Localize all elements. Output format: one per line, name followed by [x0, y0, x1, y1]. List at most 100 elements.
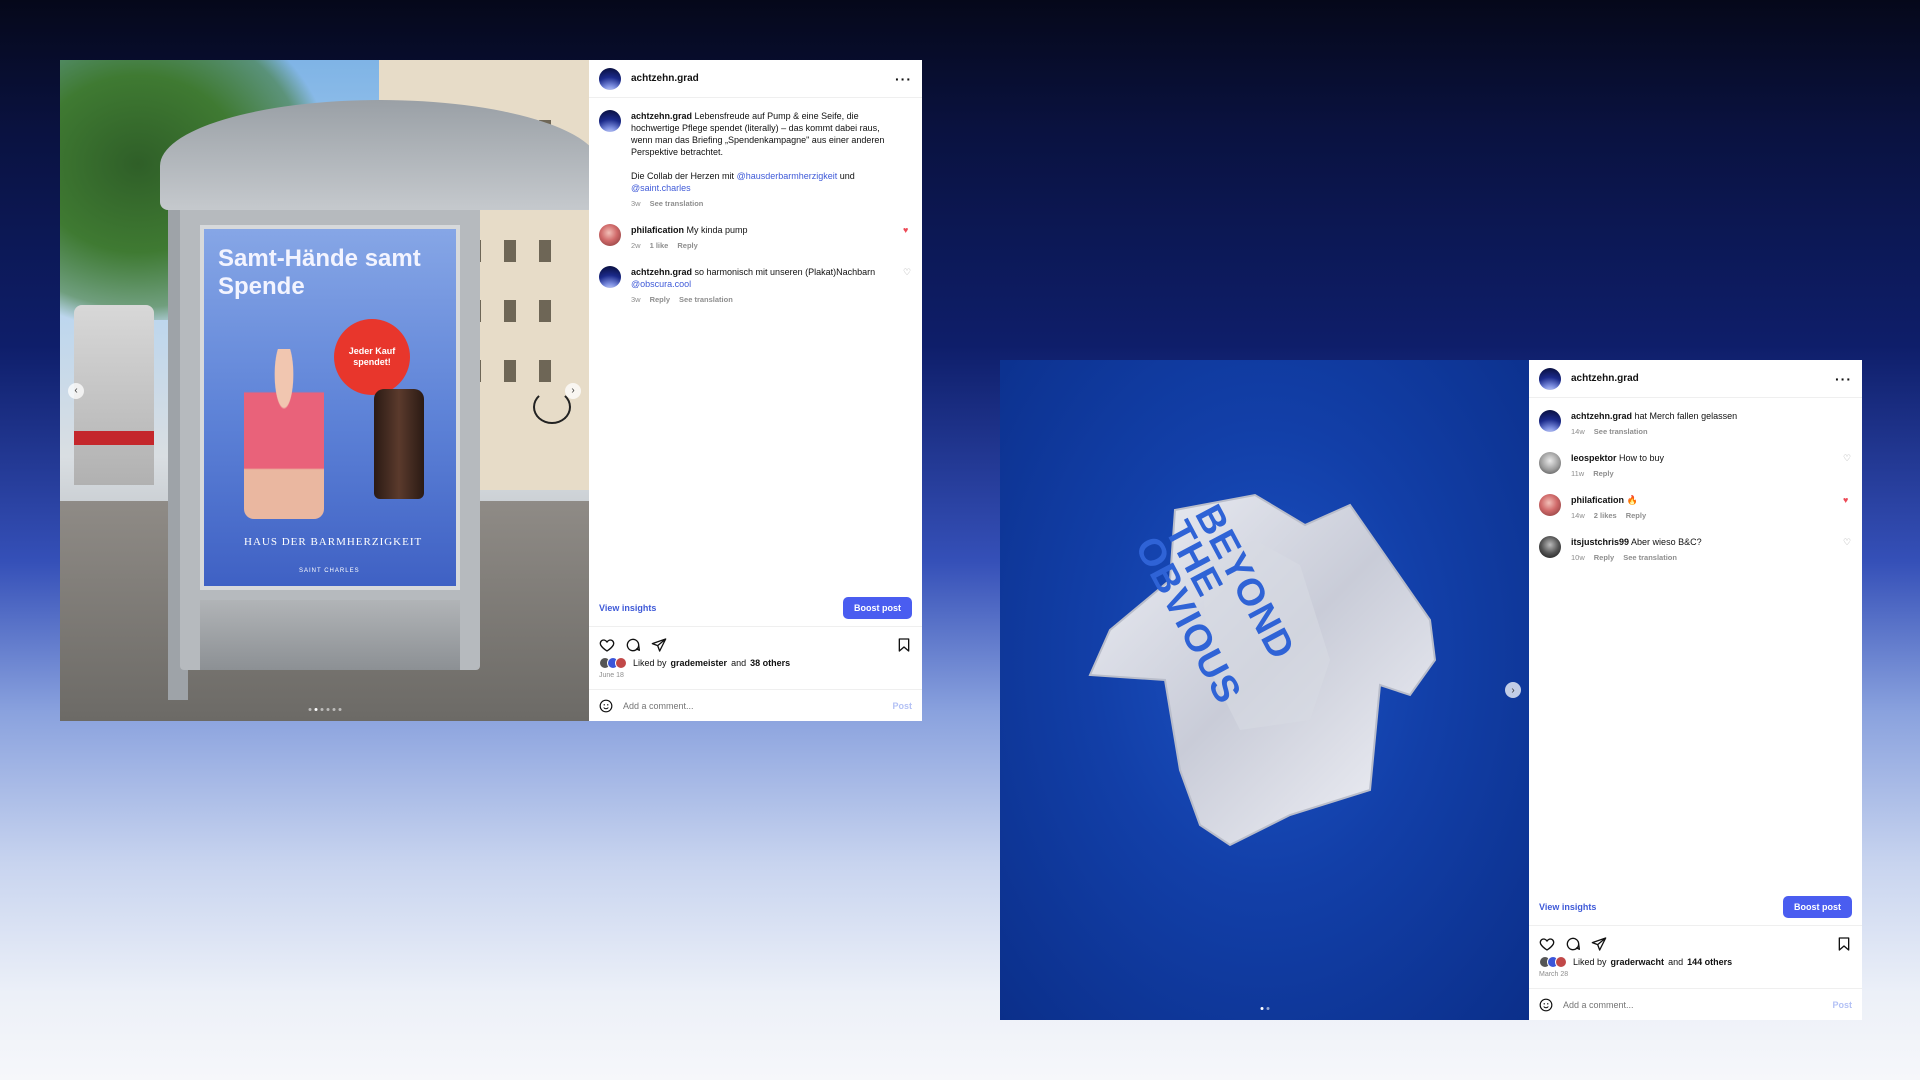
- comments-list: achtzehn.grad hat Merch fallen gelassen …: [1529, 398, 1862, 888]
- comment-username[interactable]: itsjustchris99: [1571, 537, 1629, 547]
- reply-link[interactable]: Reply: [677, 240, 697, 252]
- comment-username[interactable]: philafication: [631, 225, 684, 235]
- avatar[interactable]: [1539, 410, 1561, 432]
- caption-and: und: [839, 171, 855, 181]
- liked-by-others[interactable]: 144 others: [1687, 957, 1732, 967]
- bookmark-icon[interactable]: [1836, 936, 1852, 952]
- comment-item: achtzehn.grad so harmonisch mit unseren …: [599, 266, 912, 306]
- mention-link[interactable]: @saint.charles: [631, 183, 691, 193]
- poster-title: Samt-Hände samt Spende: [218, 245, 421, 300]
- heart-outline-icon[interactable]: ♡: [1843, 538, 1852, 547]
- see-translation-link[interactable]: See translation: [1623, 552, 1677, 564]
- view-insights-link[interactable]: View insights: [1539, 902, 1596, 912]
- avatar[interactable]: [599, 224, 621, 246]
- comment-username[interactable]: philafication: [1571, 495, 1624, 505]
- comment-time: 3w: [631, 199, 641, 208]
- comment-time: 14w: [1571, 427, 1585, 436]
- heart-filled-icon[interactable]: ♥: [1843, 496, 1852, 505]
- share-icon[interactable]: [1591, 936, 1607, 952]
- comment-username[interactable]: achtzehn.grad: [1571, 411, 1632, 421]
- avatar[interactable]: [599, 67, 621, 90]
- liked-by: Liked by grademeister and 38 others: [589, 657, 922, 669]
- comment-icon[interactable]: [625, 637, 641, 653]
- liked-by-others[interactable]: 38 others: [750, 658, 790, 668]
- heart-outline-icon[interactable]: ♡: [903, 268, 912, 277]
- see-translation-link[interactable]: See translation: [650, 198, 704, 210]
- action-bar: [1529, 926, 1862, 956]
- heart-icon[interactable]: [1539, 936, 1555, 952]
- post-comment-button[interactable]: Post: [892, 701, 912, 711]
- post-sidebar-1: achtzehn.grad ··· achtzehn.grad Lebensfr…: [589, 60, 922, 721]
- heart-outline-icon[interactable]: ♡: [1843, 454, 1852, 463]
- comment-likes[interactable]: 1 like: [650, 240, 669, 252]
- post-card-1: Samt-Hände samt Spende Jeder Kauf spende…: [60, 60, 922, 721]
- reply-link[interactable]: Reply: [650, 294, 670, 306]
- comment-box: Post: [1529, 988, 1862, 1020]
- emoji-icon[interactable]: [1539, 998, 1553, 1012]
- more-horizontal-icon[interactable]: ···: [1835, 372, 1852, 386]
- carousel-prev-icon[interactable]: ‹: [68, 382, 84, 399]
- comment-item: leospektor How to buy 11w Reply ♡: [1539, 452, 1852, 480]
- post-comment-button[interactable]: Post: [1832, 1000, 1852, 1010]
- comment-item: philafication 🔥 14w 2 likes Reply ♥: [1539, 494, 1852, 522]
- more-horizontal-icon[interactable]: ···: [895, 72, 912, 86]
- reply-link[interactable]: Reply: [1626, 510, 1646, 522]
- view-insights-link[interactable]: View insights: [599, 603, 656, 613]
- bookmark-icon[interactable]: [896, 637, 912, 653]
- comment-username[interactable]: achtzehn.grad: [631, 111, 692, 121]
- ad-poster: Samt-Hände samt Spende Jeder Kauf spende…: [200, 225, 460, 590]
- post-username[interactable]: achtzehn.grad: [631, 73, 885, 84]
- avatar[interactable]: [1539, 494, 1561, 516]
- heart-icon[interactable]: [599, 637, 615, 653]
- liked-by-avatars: [599, 657, 627, 669]
- post-card-2: BEYOND THE OBVIOUS › achtzehn.grad ··· a…: [1000, 360, 1862, 1020]
- boost-post-button[interactable]: Boost post: [1783, 895, 1852, 918]
- soap-bottle: [374, 389, 424, 499]
- comment-input[interactable]: [623, 700, 883, 711]
- emoji-icon[interactable]: [599, 699, 613, 713]
- comment-icon[interactable]: [1565, 936, 1581, 952]
- comment-likes[interactable]: 2 likes: [1594, 510, 1617, 522]
- comments-list: achtzehn.grad Lebensfreude auf Pump & ei…: [589, 98, 922, 589]
- bus-shelter-photo: Samt-Hände samt Spende Jeder Kauf spende…: [60, 60, 589, 721]
- mention-link[interactable]: @hausderbarmherzigkeit: [737, 171, 838, 181]
- comment-username[interactable]: achtzehn.grad: [631, 267, 692, 277]
- caption: achtzehn.grad hat Merch fallen gelassen …: [1539, 410, 1852, 438]
- cyclist: [533, 390, 571, 424]
- comment-username[interactable]: leospektor: [1571, 453, 1617, 463]
- share-icon[interactable]: [651, 637, 667, 653]
- post-date: March 28: [1539, 971, 1569, 978]
- post-date: June 18: [599, 672, 624, 679]
- reply-link[interactable]: Reply: [1593, 468, 1613, 480]
- carousel-next-icon[interactable]: ›: [565, 382, 581, 399]
- comment-time: 10w: [1571, 553, 1585, 562]
- post-media-2[interactable]: BEYOND THE OBVIOUS ›: [1000, 360, 1529, 1020]
- post-header: achtzehn.grad ···: [589, 60, 922, 98]
- comment-input[interactable]: [1563, 999, 1823, 1010]
- comment-box: Post: [589, 689, 922, 721]
- avatar[interactable]: [1539, 452, 1561, 474]
- avatar[interactable]: [599, 110, 621, 132]
- reply-link[interactable]: Reply: [1594, 552, 1614, 564]
- comment-item: itsjustchris99 Aber wieso B&C? 10w Reply…: [1539, 536, 1852, 564]
- carousel-dots: [308, 708, 341, 711]
- see-translation-link[interactable]: See translation: [679, 294, 733, 306]
- avatar[interactable]: [1539, 536, 1561, 558]
- mention-link[interactable]: @obscura.cool: [631, 279, 691, 289]
- comment-text: 🔥: [1626, 495, 1638, 505]
- heart-filled-icon[interactable]: ♥: [903, 226, 912, 235]
- see-translation-link[interactable]: See translation: [1594, 426, 1648, 438]
- avatar[interactable]: [599, 266, 621, 288]
- liked-by-avatars: [1539, 956, 1567, 968]
- liked-by-user[interactable]: graderwacht: [1611, 957, 1665, 967]
- carousel-next-icon[interactable]: ›: [1505, 682, 1521, 698]
- avatar[interactable]: [1539, 367, 1561, 390]
- post-media-1[interactable]: Samt-Hände samt Spende Jeder Kauf spende…: [60, 60, 589, 721]
- liked-by-prefix: Liked by: [633, 658, 667, 668]
- post-username[interactable]: achtzehn.grad: [1571, 373, 1825, 384]
- liked-by-user[interactable]: grademeister: [671, 658, 728, 668]
- poster-footer: HAUS DER BARMHERZIGKEIT: [244, 536, 423, 548]
- boost-post-button[interactable]: Boost post: [843, 596, 912, 619]
- post-header: achtzehn.grad ···: [1529, 360, 1862, 398]
- shelter-base: [200, 600, 460, 670]
